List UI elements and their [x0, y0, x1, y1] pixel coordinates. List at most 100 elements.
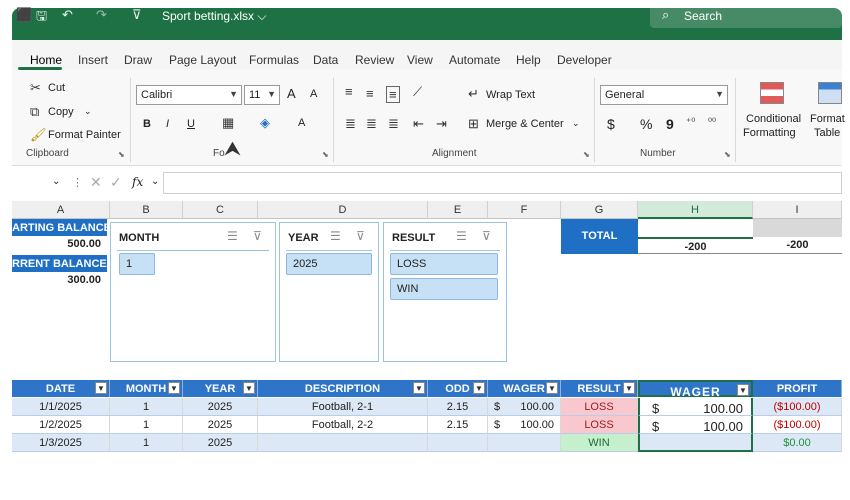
cell-date[interactable]: 1/1/2025: [12, 398, 110, 416]
filter-dropdown-icon[interactable]: ▼: [737, 384, 749, 396]
cell-odd[interactable]: 2.15: [428, 416, 488, 434]
column-header-E[interactable]: E: [428, 201, 488, 219]
copy-dropdown-icon[interactable]: ⌄: [84, 106, 92, 117]
fill-color-icon[interactable]: ◈: [260, 115, 270, 131]
cell-odd[interactable]: [428, 434, 488, 452]
slicer-item[interactable]: WIN: [390, 278, 498, 300]
column-header-D[interactable]: D: [258, 201, 428, 219]
cell-odd[interactable]: 2.15: [428, 398, 488, 416]
save-icon[interactable]: 🖫: [36, 7, 47, 29]
customize-quick-access-icon[interactable]: ⊽: [132, 7, 142, 23]
column-header-C[interactable]: C: [183, 201, 258, 219]
tab-data[interactable]: Data: [313, 53, 338, 67]
align-left-icon[interactable]: ≣: [345, 116, 356, 132]
column-header-B[interactable]: B: [110, 201, 183, 219]
table-header-profit[interactable]: PROFIT: [753, 380, 842, 397]
table-header-wager[interactable]: WAGER ▼: [488, 380, 561, 397]
cell-month[interactable]: 1: [110, 416, 183, 434]
tab-formulas[interactable]: Formulas: [249, 53, 299, 67]
clear-filter-icon[interactable]: ⊽: [356, 229, 365, 243]
tab-insert[interactable]: Insert: [78, 53, 108, 67]
font-color-button[interactable]: A: [298, 117, 305, 129]
current-balance-label[interactable]: RRENT BALANCE: [12, 255, 107, 272]
undo-icon[interactable]: ↶: [62, 7, 73, 23]
filter-dropdown-icon[interactable]: ▼: [623, 382, 635, 394]
tab-home[interactable]: Home: [30, 53, 62, 67]
comma-style-button[interactable]: 9: [666, 116, 674, 132]
cell-year[interactable]: 2025: [183, 434, 258, 452]
currency-button[interactable]: $: [607, 116, 615, 132]
cell-year[interactable]: 2025: [183, 416, 258, 434]
current-balance-value[interactable]: 300.00: [12, 274, 107, 286]
clipboard-launcher-icon[interactable]: ⬊: [118, 150, 125, 159]
filter-dropdown-icon[interactable]: ▼: [168, 382, 180, 394]
total-value-i[interactable]: -200: [753, 237, 842, 254]
cell-wager-2[interactable]: [638, 434, 753, 452]
italic-button[interactable]: I: [166, 118, 169, 130]
tab-view[interactable]: View: [407, 53, 433, 67]
wrap-text-icon[interactable]: ↵: [468, 86, 479, 102]
cell-wager[interactable]: $100.00: [488, 416, 561, 434]
cut-icon[interactable]: ✂: [30, 80, 41, 96]
year-slicer[interactable]: YEAR ☰ ⊽ 2025: [279, 222, 379, 362]
cell-wager[interactable]: $100.00: [488, 398, 561, 416]
font-name-select[interactable]: Calibri ▼: [136, 85, 242, 105]
multi-select-icon[interactable]: ☰: [227, 229, 238, 243]
cancel-icon[interactable]: ✕: [90, 174, 102, 191]
workbook-title[interactable]: Sport betting.xlsx ⌵: [162, 9, 266, 24]
table-header-description[interactable]: DESCRIPTION ▼: [258, 380, 428, 397]
conditional-formatting-label-1[interactable]: Conditional: [746, 113, 801, 125]
increase-indent-icon[interactable]: ⇥: [436, 116, 447, 132]
table-header-result[interactable]: RESULT ▼: [561, 380, 638, 397]
filter-dropdown-icon[interactable]: ▼: [413, 382, 425, 394]
tab-help[interactable]: Help: [516, 53, 541, 67]
autosave-icon[interactable]: ⬛: [16, 7, 32, 23]
tab-page-layout[interactable]: Page Layout: [169, 53, 236, 67]
name-box-dropdown-icon[interactable]: ⌄: [52, 176, 60, 187]
format-painter-button[interactable]: Format Painter: [48, 129, 121, 141]
filter-dropdown-icon[interactable]: ▼: [546, 382, 558, 394]
cell-description[interactable]: Football, 2-2: [258, 416, 428, 434]
clear-filter-icon[interactable]: ⊽: [482, 229, 491, 243]
filter-dropdown-icon[interactable]: ▼: [243, 382, 255, 394]
cell-result[interactable]: WIN: [561, 434, 638, 452]
align-top-icon[interactable]: ≡: [345, 84, 353, 99]
slicer-item[interactable]: LOSS: [390, 253, 498, 275]
format-as-table-icon[interactable]: [818, 82, 842, 104]
tab-automate[interactable]: Automate: [449, 53, 500, 67]
decrease-indent-icon[interactable]: ⇤: [413, 116, 424, 132]
alignment-launcher-icon[interactable]: ⬊: [583, 150, 590, 159]
align-bottom-icon[interactable]: ≡: [386, 86, 400, 103]
decrease-decimal-icon[interactable]: ⁰⁰: [708, 117, 716, 128]
fx-dropdown-icon[interactable]: ⌄: [151, 176, 159, 187]
cell-result[interactable]: LOSS: [561, 416, 638, 434]
bold-button[interactable]: B: [143, 118, 151, 130]
table-header-month[interactable]: MONTH ▼: [110, 380, 183, 397]
cell-month[interactable]: 1: [110, 398, 183, 416]
cell-year[interactable]: 2025: [183, 398, 258, 416]
copy-button[interactable]: Copy: [48, 106, 74, 118]
cell-I1[interactable]: [753, 219, 842, 237]
shrink-font-button[interactable]: A: [310, 88, 317, 100]
tab-review[interactable]: Review: [355, 53, 394, 67]
tab-developer[interactable]: Developer: [557, 53, 612, 67]
copy-icon[interactable]: ⧉: [30, 104, 39, 120]
insert-function-button[interactable]: fx: [132, 175, 143, 189]
total-value-h[interactable]: -200: [638, 237, 753, 254]
font-size-select[interactable]: 11 ▼: [244, 85, 280, 105]
enter-icon[interactable]: ✓: [110, 174, 122, 191]
redo-icon[interactable]: ↷: [96, 7, 107, 23]
font-launcher-icon[interactable]: ⬊: [322, 150, 329, 159]
cell-date[interactable]: 1/3/2025: [12, 434, 110, 452]
filter-dropdown-icon[interactable]: ▼: [473, 382, 485, 394]
number-launcher-icon[interactable]: ⬊: [724, 150, 731, 159]
column-header-F[interactable]: F: [488, 201, 561, 219]
wrap-text-button[interactable]: Wrap Text: [486, 89, 535, 101]
formula-input[interactable]: [163, 172, 842, 194]
conditional-formatting-icon[interactable]: [760, 82, 784, 104]
total-label[interactable]: TOTAL: [561, 219, 638, 254]
align-center-icon[interactable]: ≣: [366, 116, 377, 132]
result-slicer[interactable]: RESULT ☰ ⊽ LOSS WIN: [383, 222, 507, 362]
column-header-A[interactable]: A: [12, 201, 110, 219]
cell-month[interactable]: 1: [110, 434, 183, 452]
